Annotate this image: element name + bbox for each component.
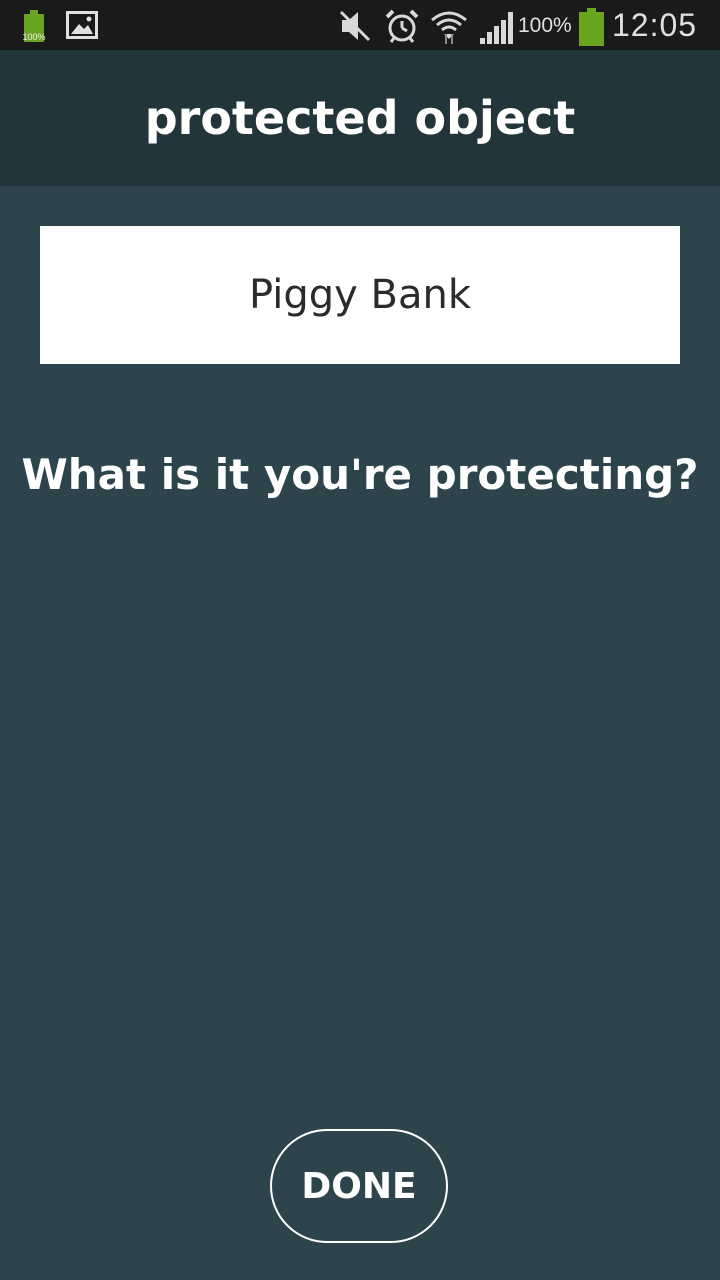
prompt-text: What is it you're protecting? bbox=[21, 450, 699, 499]
screen: 100% 100% 12:05 protected object Piggy B… bbox=[0, 0, 720, 1280]
clock: 12:05 bbox=[612, 7, 698, 43]
left-battery-label: 100% bbox=[22, 32, 46, 42]
protected-object-input[interactable] bbox=[40, 226, 680, 364]
wifi-icon bbox=[430, 8, 468, 50]
mute-icon bbox=[338, 8, 372, 48]
done-button[interactable]: DONE bbox=[270, 1129, 448, 1243]
app-header: protected object bbox=[0, 50, 720, 186]
status-bar: 100% 100% 12:05 bbox=[0, 0, 720, 50]
signal-icon bbox=[478, 8, 516, 50]
battery-icon: 100% bbox=[20, 10, 48, 44]
gallery-icon bbox=[66, 11, 98, 43]
battery-icon bbox=[579, 8, 604, 46]
alarm-icon bbox=[384, 8, 420, 48]
battery-percent: 100% bbox=[518, 14, 572, 37]
page-title: protected object bbox=[144, 91, 576, 145]
done-button-label: DONE bbox=[301, 1165, 417, 1207]
